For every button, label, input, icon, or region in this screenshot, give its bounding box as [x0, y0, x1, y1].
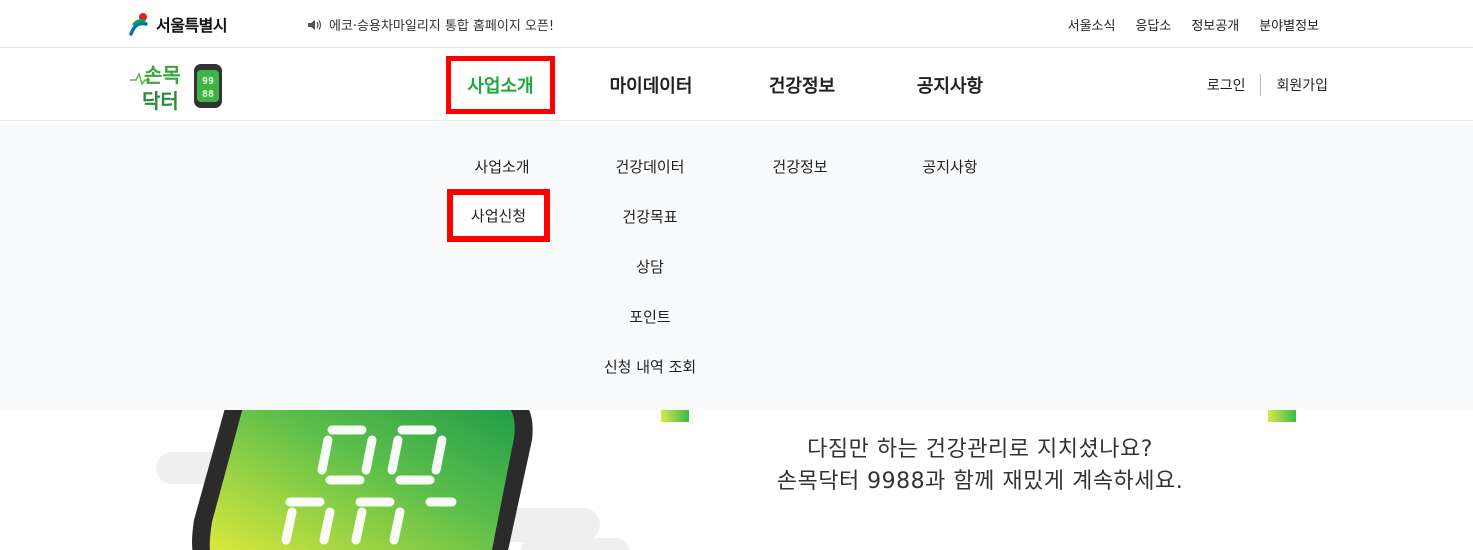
submenu-item-consultation[interactable]: 상담: [590, 241, 710, 291]
submenu-item-notices[interactable]: 공지사항: [895, 141, 1005, 191]
smartwatch-illustration: [192, 410, 533, 550]
primary-menu: 사업소개 마이데이터 건강정보 공지사항: [446, 56, 983, 114]
submenu-notices: 공지사항: [895, 141, 1005, 191]
submenu-item-points[interactable]: 포인트: [590, 291, 710, 341]
submenu-item-health-data[interactable]: 건강데이터: [590, 141, 710, 191]
speaker-icon: [308, 19, 322, 30]
seoul-logo[interactable]: 서울특별시: [128, 10, 228, 38]
submenu-item-business-intro[interactable]: 사업소개: [447, 141, 557, 191]
mega-dropdown-menu: 사업소개 사업신청 건강데이터 건강목표 상담 포인트 신청 내역 조회 건강정…: [0, 121, 1473, 410]
seoul-logo-text: 서울특별시: [156, 16, 228, 35]
hero-tagline-line1: 다짐만 하는 건강관리로 지치셨나요?: [807, 437, 1153, 462]
nav-item-mydata[interactable]: 마이데이터: [606, 72, 696, 98]
brand-logo[interactable]: 손목 닥터 99 88: [130, 58, 230, 113]
submenu-business: 사업소개 사업신청: [447, 141, 557, 242]
wrist-doctor-logo-icon: 손목 닥터 99 88: [130, 63, 222, 113]
auth-divider: [1260, 74, 1262, 96]
submenu-item-application-history[interactable]: 신청 내역 조회: [590, 341, 710, 391]
decorative-accent: [1268, 410, 1296, 422]
seoul-logo-icon: [129, 13, 148, 36]
nav-item-business-intro[interactable]: 사업소개: [446, 56, 555, 114]
nav-item-notices[interactable]: 공지사항: [914, 72, 986, 98]
svg-text:손목: 손목: [144, 63, 181, 87]
auth-links: 로그인 회원가입: [1207, 74, 1328, 96]
submenu-mydata: 건강데이터 건강목표 상담 포인트 신청 내역 조회: [590, 141, 710, 391]
submenu-item-health-info[interactable]: 건강정보: [745, 141, 855, 191]
notice-text: 에코·승용차마일리지 통합 홈페이지 오픈!: [329, 19, 555, 34]
svg-text:99: 99: [202, 76, 214, 87]
util-link-news[interactable]: 서울소식: [1068, 15, 1116, 34]
main-navigation: 손목 닥터 99 88 사업소개 마이데이터 건강정보 공지사항 로그인 회원가…: [0, 48, 1473, 121]
submenu-health-info: 건강정보: [745, 141, 855, 191]
top-utility-bar: 서울특별시 에코·승용차마일리지 통합 홈페이지 오픈! 서울소식 응답소 정보…: [0, 0, 1473, 48]
submenu-item-health-goals[interactable]: 건강목표: [590, 191, 710, 241]
utility-links: 서울소식 응답소 정보공개 분야별정보: [1068, 15, 1319, 34]
hero-section: 다짐만 하는 건강관리로 지치셨나요? 손목닥터 9988과 함께 재밌게 계속…: [0, 410, 1473, 550]
util-link-response[interactable]: 응답소: [1135, 15, 1171, 34]
signup-link[interactable]: 회원가입: [1276, 75, 1328, 95]
notice-banner[interactable]: 에코·승용차마일리지 통합 홈페이지 오픈!: [307, 15, 554, 34]
hero-tagline-line2: 손목닥터 9988과 함께 재밌게 계속하세요.: [776, 469, 1184, 494]
hero-tagline: 다짐만 하는 건강관리로 지치셨나요? 손목닥터 9988과 함께 재밌게 계속…: [690, 434, 1270, 498]
util-link-fields[interactable]: 분야별정보: [1259, 15, 1319, 34]
decorative-accent: [661, 410, 689, 422]
svg-text:88: 88: [202, 89, 214, 100]
nav-item-health-info[interactable]: 건강정보: [766, 72, 838, 98]
login-link[interactable]: 로그인: [1207, 75, 1246, 95]
svg-text:닥터: 닥터: [142, 89, 179, 112]
util-link-disclosure[interactable]: 정보공개: [1191, 15, 1239, 34]
submenu-item-business-apply[interactable]: 사업신청: [447, 189, 550, 242]
